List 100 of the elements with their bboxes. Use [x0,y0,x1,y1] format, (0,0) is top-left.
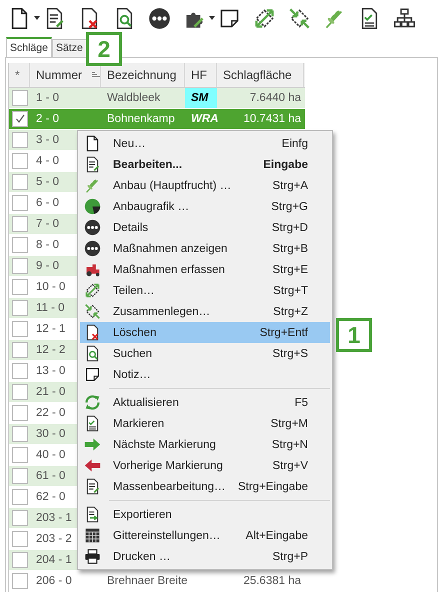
checkbox[interactable] [12,573,28,589]
table-cell: Bohnenkamp [107,113,175,125]
checkbox[interactable] [12,510,28,526]
checkbox[interactable] [12,447,28,463]
more-icon [84,219,101,236]
printer-icon [84,548,101,565]
menu-item[interactable]: Aktualisieren F5 [80,392,330,413]
shortcut-label: Strg+N [272,438,308,450]
table-cell: 10 - 0 [36,281,66,293]
shortcut-label: Strg+T [273,284,308,296]
table-cell: 62 - 0 [36,491,66,503]
menu-item[interactable]: Bearbeiten... Eingabe [80,154,330,175]
shortcut-label: Strg+Entf [260,326,308,338]
shortcut-label: Strg+D [272,222,308,234]
menu-item[interactable]: Löschen Strg+Entf [80,322,330,343]
checkbox[interactable] [12,468,28,484]
checkbox[interactable] [12,111,28,127]
edit-document-icon [84,156,101,173]
menu-item[interactable]: Markieren Strg+M [80,413,330,434]
refresh-icon [84,394,101,411]
checkbox[interactable] [12,489,28,505]
arrow-right-icon [84,436,101,453]
menu-item[interactable]: Gittereinstellungen… Alt+Eingabe [80,525,330,546]
table-cell: Brehnaer Breite [107,575,188,587]
menu-item[interactable]: Maßnahmen erfassen Strg+E [80,259,330,280]
menu-item[interactable]: Massenbearbeitung… Strg+Eingabe [80,476,330,497]
menu-item[interactable]: Nächste Markierung Strg+N [80,434,330,455]
table-cell: 12 - 2 [36,344,66,356]
column-header[interactable]: HF [185,63,217,87]
table-cell: 40 - 0 [36,449,66,461]
caret-icon[interactable] [209,16,215,20]
checkbox[interactable] [12,426,28,442]
checkmark-icon [15,114,25,124]
menu-item[interactable]: Vorherige Markierung Strg+V [80,455,330,476]
table-cell: 13 - 0 [36,365,66,377]
table-cell: 30 - 0 [36,428,66,440]
merge-icon[interactable] [288,6,311,30]
checkbox[interactable] [12,216,28,232]
merge-icon [84,303,101,320]
shortcut-label: Strg+S [272,348,308,360]
grid-icon [84,527,101,544]
menu-item[interactable]: Neu… Einfg [80,133,330,154]
caret-icon[interactable] [34,16,40,20]
table-cell: SM [191,92,208,104]
checkbox[interactable] [12,300,28,316]
checkbox[interactable] [12,90,28,106]
delete-document-icon [84,324,101,341]
menu-item[interactable]: Anbau (Hauptfrucht) … Strg+A [80,175,330,196]
checkbox[interactable] [12,174,28,190]
shortcut-label: Einfg [282,138,308,150]
shortcut-label: Eingabe [263,158,308,170]
checkbox[interactable] [12,342,28,358]
checkbox[interactable] [12,132,28,148]
note-icon[interactable] [218,6,241,30]
shortcut-label: Strg+V [272,460,308,472]
menu-item[interactable]: Teilen… Strg+T [80,280,330,301]
table-cell: 12 - 1 [36,323,66,335]
checkbox[interactable] [12,279,28,295]
menu-item[interactable]: Maßnahmen anzeigen Strg+B [80,238,330,259]
hierarchy-icon[interactable] [393,6,416,30]
shortcut-label: Strg+Z [273,306,308,318]
menu-item[interactable]: Exportieren [80,504,330,525]
more-icon[interactable] [148,6,171,30]
table-row[interactable]: 1 - 0 Waldbleek SM 7.6440 ha [9,88,305,109]
checkbox[interactable] [12,321,28,337]
arrow-left-icon [84,457,101,474]
checkbox[interactable] [12,258,28,274]
callout-number: 1 [336,318,372,352]
checkbox[interactable] [12,405,28,421]
table-cell: 7 - 0 [36,218,60,230]
menu-item[interactable]: Zusammenlegen… Strg+Z [80,301,330,322]
checkbox[interactable] [12,237,28,253]
search-icon [84,345,101,362]
menu-item[interactable]: Anbaugrafik … Strg+G [80,196,330,217]
shortcut-label: Strg+B [272,242,308,254]
checkbox[interactable] [12,384,28,400]
checkbox[interactable] [12,195,28,211]
table-cell: 8 - 0 [36,239,60,251]
wheat-icon [84,177,101,194]
split-icon[interactable] [253,6,276,30]
table-cell: Waldbleek [107,92,160,104]
menu-item[interactable]: Suchen Strg+S [80,343,330,364]
menu-item[interactable]: Details Strg+D [80,217,330,238]
pie-chart-icon [84,198,101,215]
table-cell: 204 - 1 [36,554,72,566]
table-cell: 6 - 0 [36,197,60,209]
table-cell: 3 - 0 [36,134,60,146]
table-cell: 25.6381 ha [243,575,301,587]
column-header[interactable]: Schlagfläche [217,63,304,87]
checkbox[interactable] [12,552,28,568]
checkbox[interactable] [12,531,28,547]
checkbox[interactable] [12,363,28,379]
column-header[interactable]: * [9,63,30,87]
tab[interactable]: Schläge [6,37,52,57]
tab[interactable]: Sätze [52,39,87,57]
menu-item[interactable]: Drucken … Strg+P [80,546,330,567]
shortcut-label: Alt+Eingabe [246,530,308,542]
shortcut-label: Strg+M [270,418,308,430]
menu-item[interactable]: Notiz… [80,364,330,385]
checkbox[interactable] [12,153,28,169]
